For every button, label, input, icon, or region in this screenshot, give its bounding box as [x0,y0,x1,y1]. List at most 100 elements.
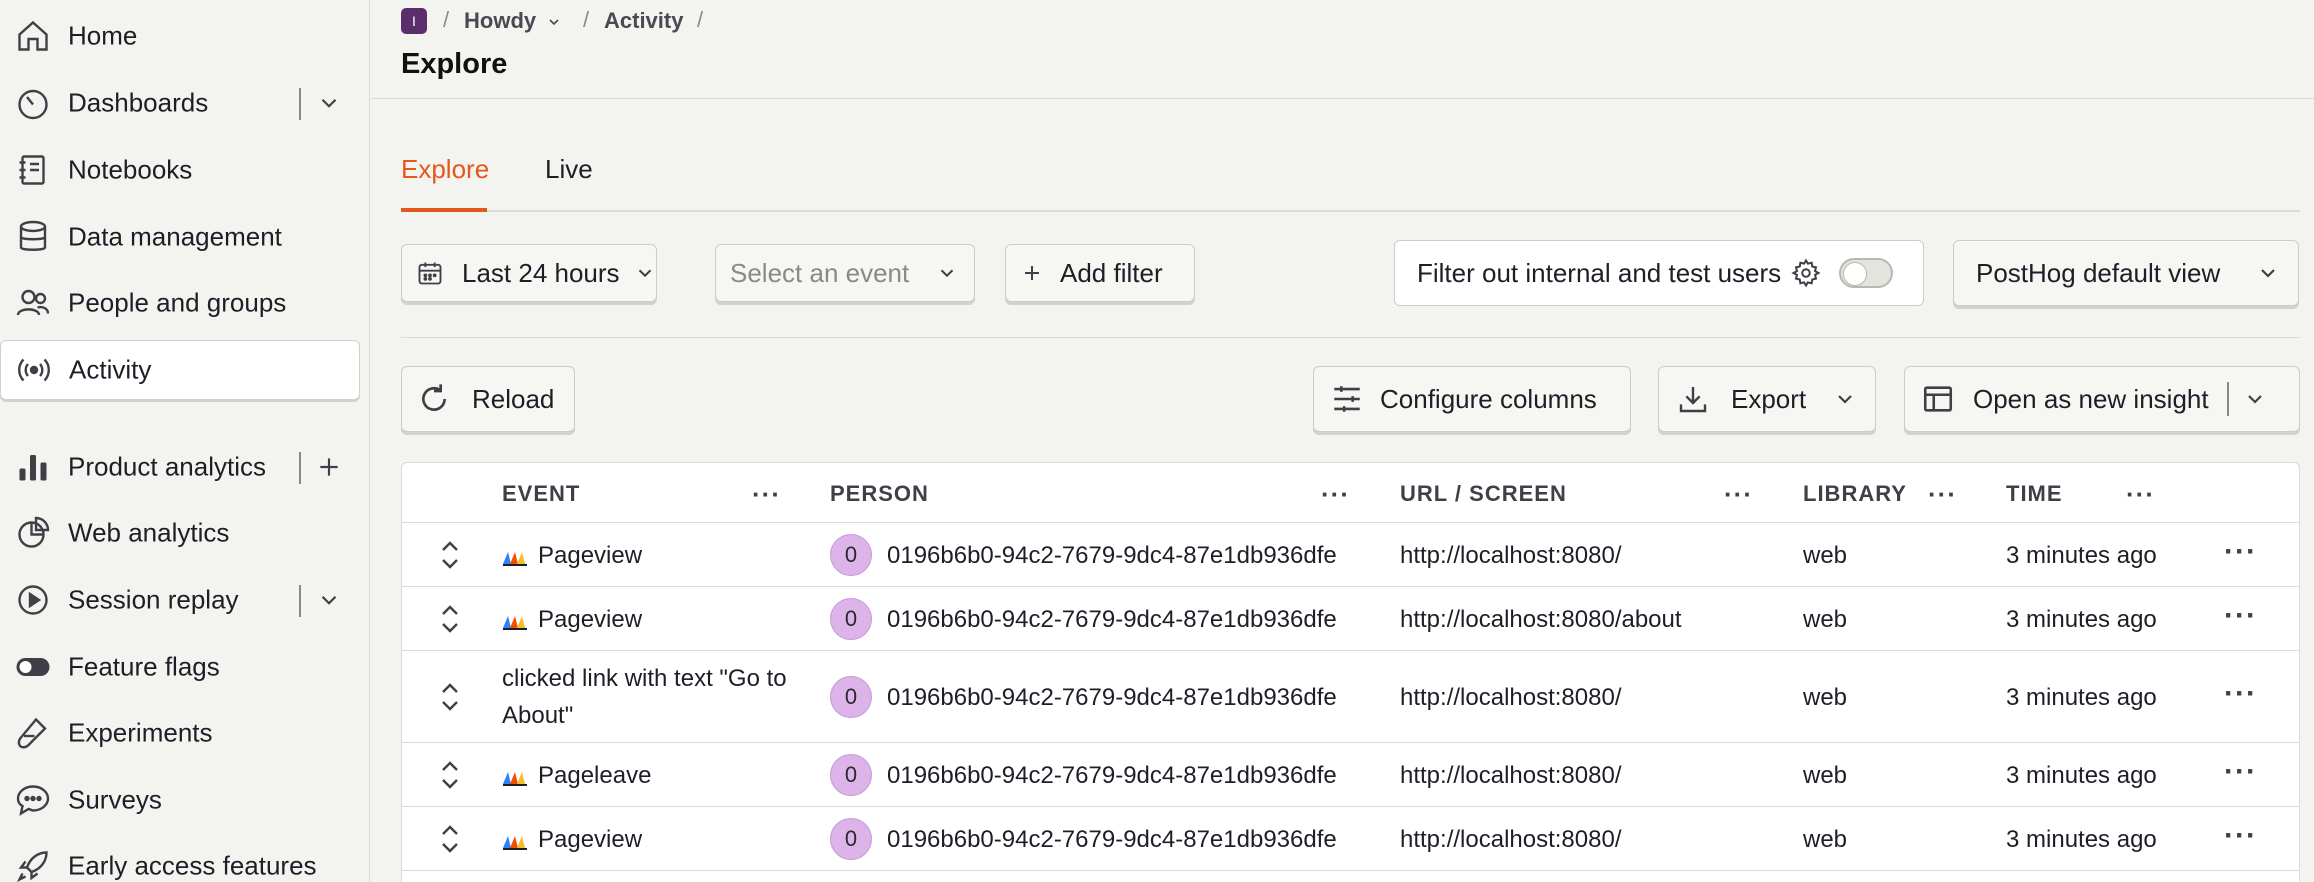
library-cell: web [1803,542,1848,569]
tab-live[interactable]: Live [545,154,593,185]
sidebar-item-label: Feature flags [68,651,220,682]
library-cell: web [1803,684,1848,711]
add-filter-button[interactable]: Add filter [1005,244,1195,302]
more-icon[interactable]: ··· [1928,479,1957,510]
more-icon[interactable]: ··· [1321,479,1350,510]
table-row[interactable]: Pageview 0 0196b6b0-94c2-7679-9dc4-87e1d… [402,587,2299,651]
pageview-icon [503,615,527,630]
date-range-select[interactable]: Last 24 hours [401,244,657,302]
more-icon[interactable]: ··· [1724,479,1753,510]
column-header-person[interactable]: PERSON [830,481,929,507]
sidebar-item-label: Data management [68,221,282,252]
more-icon[interactable]: ··· [2126,479,2155,510]
sidebar-item-dashboards[interactable]: Dashboards [0,73,360,133]
calendar-icon [418,262,442,285]
divider [2226,382,2229,416]
people-icon [14,284,52,322]
gear-icon[interactable] [1791,258,1821,288]
internal-users-filter: Filter out internal and test users [1394,240,1924,306]
column-header-library[interactable]: LIBRARY [1803,481,1907,507]
event-select[interactable]: Select an event [715,244,975,302]
divider [299,452,301,484]
library-cell: web [1803,606,1848,633]
internal-users-toggle[interactable] [1839,258,1894,288]
event-name-continued: About" [502,702,574,729]
rocket-icon [14,847,52,882]
column-header-url[interactable]: URL / SCREEN [1400,481,1567,507]
table-icon [1923,386,1953,412]
home-icon [14,17,52,55]
breadcrumb-activity[interactable]: Activity [604,8,683,34]
open-insight-button[interactable]: Open as new insight [1904,366,2300,432]
library-cell: web [1803,762,1848,789]
sidebar-item-experiments[interactable]: Experiments [0,703,360,763]
sidebar-item-web-analytics[interactable]: Web analytics [0,503,360,563]
avatar[interactable]: 0 [830,598,872,640]
breadcrumb-project-label: Howdy [464,8,537,33]
tab-explore[interactable]: Explore [401,154,489,185]
chevron-down-icon[interactable] [314,88,344,118]
table-row[interactable]: Pageview 0 0196b6b0-94c2-7679-9dc4-87e1d… [402,807,2299,871]
expand-icon[interactable] [438,822,462,856]
person-id[interactable]: 0196b6b0-94c2-7679-9dc4-87e1db936dfe [887,542,1337,570]
column-header-time[interactable]: TIME [2006,481,2063,507]
table-row[interactable]: Pageview 0 0196b6b0-94c2-7679-9dc4-87e1d… [402,523,2299,587]
sidebar-item-feature-flags[interactable]: Feature flags [0,637,360,697]
event-name: Pageleave [538,762,652,789]
breadcrumb-separator: / [583,7,590,32]
person-id[interactable]: 0196b6b0-94c2-7679-9dc4-87e1db936dfe [887,606,1337,634]
expand-icon[interactable] [438,538,462,572]
row-more-icon[interactable]: ··· [2224,535,2257,569]
project-avatar[interactable]: I [401,8,427,34]
sidebar-item-people[interactable]: People and groups [0,273,360,333]
sidebar-item-notebooks[interactable]: Notebooks [0,140,360,200]
plus-icon[interactable] [314,452,344,482]
toggle-icon [14,648,52,686]
column-header-event[interactable]: EVENT [502,481,580,507]
sidebar: Home Dashboards Notebooks Data managemen… [0,0,370,882]
view-select[interactable]: PostHog default view [1953,240,2299,306]
breadcrumb-project[interactable]: Howdy [464,8,562,34]
table-row[interactable]: clicked link with text "Go to About" 0 0… [402,651,2299,743]
flask-icon [14,714,52,752]
event-cell: Pageview [502,826,642,854]
sidebar-item-session-replay[interactable]: Session replay [0,570,360,630]
pie-chart-icon [14,514,52,552]
sidebar-item-label: Activity [69,354,152,385]
row-more-icon[interactable]: ··· [2224,819,2257,853]
breadcrumb-separator: / [697,7,704,32]
sidebar-item-data-management[interactable]: Data management [0,207,360,267]
row-more-icon[interactable]: ··· [2224,755,2257,789]
configure-columns-button[interactable]: Configure columns [1313,366,1631,432]
sidebar-item-label: Surveys [68,784,162,815]
sidebar-item-label: Product analytics [68,451,266,482]
sidebar-item-early-access[interactable]: Early access features [0,836,360,882]
chevron-down-icon[interactable] [2243,387,2267,411]
table-header: EVENT ··· PERSON ··· URL / SCREEN ··· LI… [402,463,2299,523]
avatar[interactable]: 0 [830,676,872,718]
row-more-icon[interactable]: ··· [2224,599,2257,633]
export-button[interactable]: Export [1658,366,1876,432]
person-id[interactable]: 0196b6b0-94c2-7679-9dc4-87e1db936dfe [887,826,1337,854]
table-row[interactable]: Pageleave 0 0196b6b0-94c2-7679-9dc4-87e1… [402,743,2299,807]
library-cell: web [1803,826,1848,853]
reload-button[interactable]: Reload [401,366,575,432]
person-id[interactable]: 0196b6b0-94c2-7679-9dc4-87e1db936dfe [887,762,1337,790]
sidebar-item-product-analytics[interactable]: Product analytics [0,437,360,497]
row-more-icon[interactable]: ··· [2224,677,2257,711]
avatar[interactable]: 0 [830,818,872,860]
sidebar-item-surveys[interactable]: Surveys [0,770,360,830]
avatar[interactable]: 0 [830,754,872,796]
person-id[interactable]: 0196b6b0-94c2-7679-9dc4-87e1db936dfe [887,684,1337,712]
chevron-down-icon [549,19,559,26]
more-icon[interactable]: ··· [752,479,781,510]
expand-icon[interactable] [438,758,462,792]
expand-icon[interactable] [438,602,462,636]
expand-icon[interactable] [438,680,462,714]
chevron-down-icon [2261,269,2275,278]
sidebar-item-activity[interactable]: Activity [0,340,360,400]
reload-icon [422,384,446,411]
avatar[interactable]: 0 [830,534,872,576]
chevron-down-icon[interactable] [314,585,344,615]
sidebar-item-home[interactable]: Home [0,6,360,66]
